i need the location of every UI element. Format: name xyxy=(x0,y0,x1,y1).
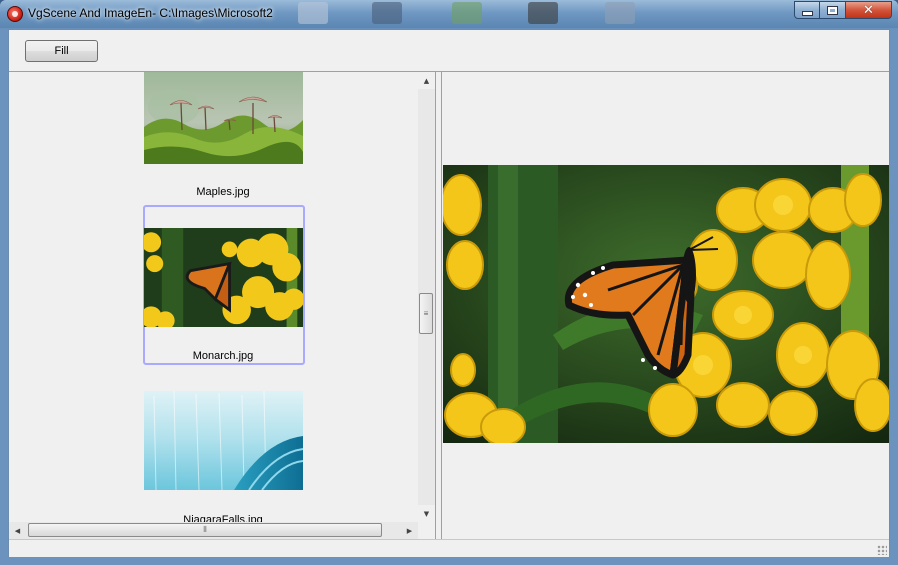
scroll-thumb[interactable]: ⦀ xyxy=(28,523,382,537)
thumbnail-list[interactable]: Maples.jpg Monarch.jpg NiagaraFalls.jpg xyxy=(9,72,418,522)
desktop-background xyxy=(528,2,558,24)
status-bar xyxy=(9,539,889,557)
resize-grip-icon[interactable] xyxy=(877,545,887,555)
maples-photo xyxy=(144,72,303,164)
desktop-background xyxy=(452,2,482,24)
horizontal-scrollbar[interactable]: ◀ ⦀ ▶ xyxy=(9,522,418,539)
thumbnail-image-maples[interactable] xyxy=(144,72,303,164)
minimize-icon xyxy=(801,10,813,16)
desktop-background xyxy=(605,2,635,24)
window-controls: ✕ xyxy=(794,1,892,20)
app-icon[interactable] xyxy=(7,6,23,22)
title-bar[interactable]: VgScene And ImageEn- C:\Images\Microsoft… xyxy=(0,0,898,28)
fill-button[interactable]: Fill xyxy=(25,40,98,62)
scroll-thumb[interactable]: ≡ xyxy=(419,293,433,334)
thumbnail-item[interactable]: Maples.jpg xyxy=(143,72,303,202)
maximize-button[interactable] xyxy=(820,1,846,19)
thumbnail-caption: Maples.jpg xyxy=(196,186,250,198)
thumbnail-item[interactable]: Monarch.jpg xyxy=(143,205,303,365)
vertical-scrollbar[interactable]: ▲ ≡ ▼ xyxy=(418,72,435,522)
monarch-photo xyxy=(443,165,889,443)
desktop-background xyxy=(372,2,402,24)
app-window: VgScene And ImageEn- C:\Images\Microsoft… xyxy=(0,0,898,565)
scroll-up-icon[interactable]: ▲ xyxy=(418,72,435,89)
thumbnail-caption: Monarch.jpg xyxy=(192,350,254,362)
preview-image xyxy=(443,165,889,443)
scrollbar-corner xyxy=(418,522,435,539)
client-area: Fill Maples.jpg Monarch.jpg NiagaraFalls… xyxy=(8,29,890,557)
monarch-thumb-photo xyxy=(144,228,303,327)
scroll-down-icon[interactable]: ▼ xyxy=(418,505,435,522)
thumbnail-browser[interactable]: Maples.jpg Monarch.jpg NiagaraFalls.jpg … xyxy=(9,72,436,539)
minimize-button[interactable] xyxy=(794,1,820,19)
thumbnail-item[interactable]: NiagaraFalls.jpg xyxy=(143,391,303,522)
maximize-icon xyxy=(828,6,837,14)
image-preview-pane[interactable] xyxy=(442,72,889,539)
thumbnail-image-niagara[interactable] xyxy=(144,391,303,490)
thumbnail-caption: NiagaraFalls.jpg xyxy=(183,514,263,522)
window-title: VgScene And ImageEn- C:\Images\Microsoft… xyxy=(28,6,273,20)
toolbar: Fill xyxy=(9,30,889,72)
thumbnail-image-monarch[interactable] xyxy=(144,228,303,327)
scroll-left-icon[interactable]: ◀ xyxy=(9,522,26,539)
niagara-photo xyxy=(144,391,303,490)
close-icon: ✕ xyxy=(863,2,874,18)
scroll-right-icon[interactable]: ▶ xyxy=(401,522,418,539)
desktop-background xyxy=(298,2,328,24)
close-button[interactable]: ✕ xyxy=(846,1,892,19)
